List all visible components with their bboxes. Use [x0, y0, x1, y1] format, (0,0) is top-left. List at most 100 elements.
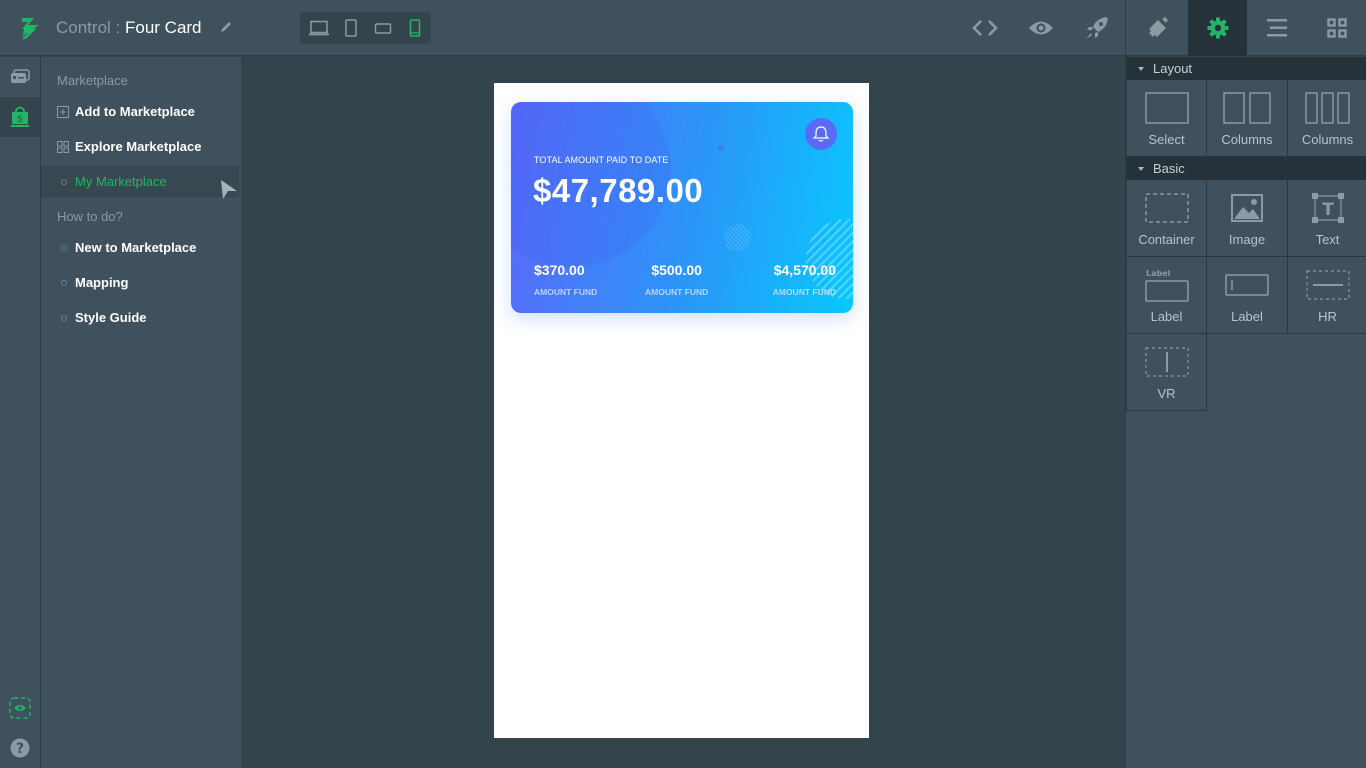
notification-button[interactable]	[805, 118, 837, 150]
vertical-rule-icon	[1144, 347, 1189, 377]
grid-icon	[1327, 18, 1347, 38]
rail-item-marketplace[interactable]: S	[0, 97, 40, 137]
card-decoration-dot	[718, 145, 724, 151]
nav-item-label: Add to Marketplace	[75, 104, 195, 119]
component-text[interactable]: T Text	[1287, 180, 1366, 257]
nav-item-label: Style Guide	[75, 310, 147, 325]
laptop-icon	[309, 20, 329, 36]
fund-label: AMOUNT FUND	[534, 287, 598, 297]
nav-item-my-marketplace[interactable]: My Marketplace	[41, 166, 239, 197]
tab-style[interactable]	[1126, 0, 1188, 56]
rail-item-cards[interactable]	[0, 57, 40, 97]
group-header-layout[interactable]: Layout	[1126, 57, 1366, 80]
top-bar: Control : Four Card	[0, 0, 1366, 56]
code-view-button[interactable]	[970, 14, 1000, 42]
mobile-icon	[409, 19, 421, 37]
tablet-landscape-view-button[interactable]	[370, 18, 396, 38]
image-icon	[1231, 194, 1263, 222]
component-label-field[interactable]: Label Label	[1126, 257, 1207, 334]
eye-icon	[1029, 21, 1053, 35]
title-prefix: Control :	[56, 18, 125, 37]
bullet-icon	[61, 314, 67, 321]
tab-components[interactable]	[1307, 0, 1366, 56]
device-switcher	[300, 12, 431, 44]
group-title: Layout	[1153, 61, 1193, 76]
tablet-view-button[interactable]	[338, 18, 364, 38]
icon-rail: S ?	[0, 57, 41, 768]
edit-pencil-icon[interactable]	[219, 20, 233, 34]
fund-amount: $370.00	[534, 262, 585, 278]
tablet-landscape-icon	[374, 23, 392, 34]
app-logo-icon[interactable]	[18, 15, 40, 41]
fund-amount: $4,570.00	[773, 262, 836, 278]
component-input-label[interactable]: Label	[1207, 257, 1288, 334]
nav-item-label: New to Marketplace	[75, 240, 197, 255]
fund-label: AMOUNT FUND	[772, 287, 836, 297]
components-panel: Layout Select Columns Columns Basic Cont…	[1125, 57, 1366, 768]
card-total-amount: $47,789.00	[533, 172, 704, 209]
nav-section-marketplace: Marketplace	[57, 73, 128, 88]
bullet-icon	[61, 178, 67, 185]
mobile-preview-frame[interactable]: TOTAL AMOUNT PAID TO DATE $47,789.00 $37…	[494, 83, 869, 738]
three-columns-icon	[1304, 92, 1350, 124]
amount-card[interactable]: TOTAL AMOUNT PAID TO DATE $47,789.00 $37…	[511, 102, 853, 313]
code-icon	[972, 20, 998, 36]
nav-item-mapping[interactable]: Mapping	[41, 267, 239, 298]
desktop-view-button[interactable]	[306, 18, 332, 38]
rocket-icon	[1086, 17, 1108, 39]
grid-icon	[57, 140, 69, 153]
nav-item-add-to-marketplace[interactable]: Add to Marketplace	[41, 96, 239, 127]
bullet-icon	[61, 279, 67, 286]
mobile-view-button[interactable]	[402, 18, 428, 38]
component-label: Text	[1315, 232, 1340, 247]
nav-item-style-guide[interactable]: Style Guide	[41, 302, 239, 333]
bell-icon	[812, 126, 830, 142]
visibility-eye-icon	[9, 697, 31, 719]
component-vr[interactable]: VR	[1126, 334, 1207, 411]
right-panel-tabs	[1125, 0, 1366, 56]
component-select[interactable]: Select	[1126, 80, 1207, 157]
component-label: Label	[1150, 309, 1183, 324]
help-button[interactable]: ?	[0, 728, 40, 768]
card-decoration-hatch	[724, 224, 751, 251]
component-label: Container	[1138, 232, 1195, 247]
collapse-panel-arrow-icon[interactable]	[219, 178, 239, 200]
horizontal-rule-icon	[1305, 270, 1350, 300]
nav-item-new-to-marketplace[interactable]: New to Marketplace	[41, 232, 239, 263]
fund-amount: $500.00	[651, 262, 702, 278]
component-label: Select	[1148, 132, 1185, 147]
caret-down-icon	[1138, 166, 1144, 171]
component-image[interactable]: Image	[1207, 180, 1288, 257]
component-container[interactable]: Container	[1126, 180, 1207, 257]
component-columns-3[interactable]: Columns	[1287, 80, 1366, 157]
nav-section-how-to: How to do?	[57, 209, 123, 224]
preview-button[interactable]	[1026, 14, 1056, 42]
component-label: Image	[1228, 232, 1266, 247]
fund-item: $4,570.00 AMOUNT FUND	[773, 262, 836, 297]
tab-settings[interactable]	[1188, 0, 1247, 56]
svg-text:?: ?	[16, 741, 24, 757]
rail-visibility-toggle[interactable]	[0, 688, 40, 728]
box-icon	[1144, 92, 1189, 124]
page-title: Control : Four Card	[56, 17, 202, 39]
nav-item-label: Mapping	[75, 275, 129, 290]
nav-item-explore-marketplace[interactable]: Explore Marketplace	[41, 131, 239, 162]
nav-item-label: My Marketplace	[75, 174, 167, 189]
caret-down-icon	[1138, 66, 1144, 71]
dashed-box-icon	[1144, 193, 1189, 223]
component-hr[interactable]: HR	[1287, 257, 1366, 334]
left-nav-panel: Marketplace Add to Marketplace Explore M…	[41, 57, 241, 768]
component-label: Columns	[1301, 132, 1354, 147]
menu-lines-icon	[1267, 19, 1287, 37]
tab-layers[interactable]	[1247, 0, 1307, 56]
fund-label: AMOUNT FUND	[645, 287, 709, 297]
plus-square-icon	[57, 105, 69, 118]
shopping-bag-icon: S	[11, 106, 29, 127]
svg-text:T: T	[1322, 200, 1334, 220]
card-decoration-dot	[796, 166, 799, 169]
component-label: Label	[1231, 309, 1263, 324]
publish-button[interactable]	[1082, 14, 1112, 42]
component-columns-2[interactable]: Columns	[1207, 80, 1288, 157]
component-label: HR	[1318, 309, 1337, 324]
group-header-basic[interactable]: Basic	[1126, 157, 1366, 180]
